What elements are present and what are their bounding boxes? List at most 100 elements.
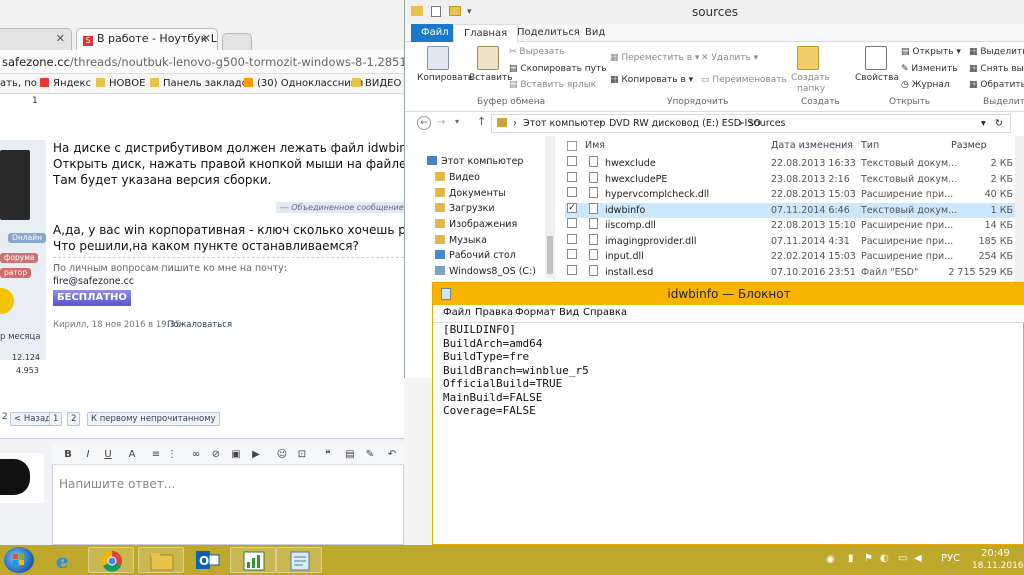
scrollbar-thumb[interactable] xyxy=(547,236,553,274)
reply-input[interactable]: Напишите ответ... xyxy=(59,477,175,491)
invert-selection-button[interactable]: ▦ Обратить в xyxy=(969,79,1024,91)
link-button[interactable]: ∞ xyxy=(190,449,202,461)
file-checkbox[interactable] xyxy=(567,187,577,197)
close-tab-icon[interactable]: ✕ xyxy=(56,29,65,49)
nav-downloads[interactable]: Загрузки xyxy=(435,203,495,214)
recent-dropdown-icon[interactable]: ▾ xyxy=(455,117,459,126)
ie-icon[interactable]: e xyxy=(42,547,88,573)
image-button[interactable]: ▣ xyxy=(230,449,242,461)
underline-button[interactable]: U xyxy=(102,449,114,461)
clock-date[interactable]: 18.11.2016 xyxy=(972,561,1024,571)
explorer-icon[interactable] xyxy=(138,547,184,573)
chrome-icon[interactable] xyxy=(88,547,134,573)
select-all-checkbox[interactable] xyxy=(567,141,577,151)
list-button[interactable]: ⋮ xyxy=(166,449,178,461)
smilies-button[interactable]: ☺ xyxy=(276,449,288,461)
file-checkbox[interactable] xyxy=(567,249,577,259)
quote-button[interactable]: ❝ xyxy=(322,449,334,461)
file-row[interactable]: ✓ idwbinfo 07.11.2014 6:46 Текстовый докум.… xyxy=(565,202,1024,218)
breadcrumb-sources[interactable]: sources xyxy=(749,118,786,129)
column-size[interactable]: Размер xyxy=(951,140,987,151)
history-button[interactable]: ◷ Журнал xyxy=(901,79,950,91)
bold-button[interactable]: B xyxy=(62,449,74,461)
file-checkbox[interactable]: ✓ xyxy=(567,202,577,213)
cut-button[interactable]: ✂ Вырезать xyxy=(509,46,565,58)
file-row[interactable]: hwexcludePE 23.08.2013 2:16 Текстовый доку… xyxy=(565,171,1024,188)
refresh-icon[interactable]: ↻ xyxy=(995,118,1003,129)
file-checkbox[interactable] xyxy=(567,218,577,228)
move-to-button[interactable]: ▦ Переместить в ▾ xyxy=(610,52,699,64)
spoiler-button[interactable]: ▤ xyxy=(344,449,356,461)
outlook-icon[interactable]: O xyxy=(184,547,230,573)
notepad-icon[interactable] xyxy=(276,547,322,573)
tray-chevron-icon[interactable]: ◉ xyxy=(826,554,835,565)
align-button[interactable]: ≡ xyxy=(150,449,162,461)
up-icon[interactable]: ↑ xyxy=(477,115,486,128)
menu-format[interactable]: Формат xyxy=(515,307,556,318)
column-name[interactable]: Имя xyxy=(585,140,605,151)
file-row[interactable]: install.esd 07.10.2016 23:51 Файл "ESD" 2 7… xyxy=(565,264,1024,281)
address-bar[interactable]: safezone.cc/threads/noutbuk-lenovo-g500-… xyxy=(0,50,404,74)
select-none-button[interactable]: ▦ Снять выде xyxy=(969,63,1024,75)
bookmark-new[interactable]: НОВОЕ xyxy=(96,74,145,94)
browser-tab-1[interactable]: ✕ xyxy=(0,28,72,50)
nav-desktop[interactable]: Рабочий стол xyxy=(435,250,516,261)
free-banner[interactable]: БЕСПЛАТНО xyxy=(53,290,131,306)
file-row[interactable]: iiscomp.dll 22.08.2013 15:10 Расширение пр… xyxy=(565,218,1024,234)
edit-button[interactable]: ✎ Изменить xyxy=(901,63,958,75)
sync-icon[interactable]: ◐ xyxy=(880,553,889,564)
nav-this-pc[interactable]: Этот компьютер xyxy=(427,156,523,167)
breadcrumb-this-pc[interactable]: Этот компьютер xyxy=(523,118,605,129)
close-tab-icon[interactable]: ✕ xyxy=(202,29,211,49)
bookmark-panel[interactable]: Панель закладок xyxy=(150,74,254,94)
new-tab-button[interactable] xyxy=(222,33,252,50)
insert-button[interactable]: ⊡ xyxy=(296,449,308,461)
bookmark-ok[interactable]: (30) Одноклассники xyxy=(244,74,363,94)
unlink-button[interactable]: ⊘ xyxy=(210,449,222,461)
tab-file[interactable]: Файл xyxy=(411,24,459,42)
flag-icon[interactable]: ⚑ xyxy=(864,553,873,564)
copy-path-button[interactable]: ▤ Скопировать путь xyxy=(509,63,607,75)
network-icon[interactable]: ▮ xyxy=(848,553,854,564)
menu-edit[interactable]: Правка xyxy=(475,307,513,318)
column-type[interactable]: Тип xyxy=(861,140,879,151)
menu-help[interactable]: Справка xyxy=(583,307,627,318)
draft-button[interactable]: ✎ xyxy=(364,449,376,461)
volume-icon[interactable]: ◀ xyxy=(914,553,922,564)
bookmark-truncated[interactable]: ать, по xyxy=(0,74,37,94)
nav-music[interactable]: Музыка xyxy=(435,235,487,246)
select-all-button[interactable]: ▦ Выделить в xyxy=(969,46,1024,58)
nav-scrollbar[interactable] xyxy=(545,136,555,278)
file-row[interactable]: hwexclude 22.08.2013 16:33 Текстовый докум… xyxy=(565,156,1024,172)
media-button[interactable]: ▶ xyxy=(250,449,262,461)
nav-videos[interactable]: Видео xyxy=(435,172,480,183)
bookmark-yandex[interactable]: Яндекс xyxy=(40,74,91,94)
file-row[interactable]: imagingprovider.dll 07.11.2014 4:31 Расшир… xyxy=(565,233,1024,250)
font-color-button[interactable]: A xyxy=(126,449,138,461)
report-link[interactable]: Пожаловаться xyxy=(167,320,232,330)
file-row[interactable]: input.dll 22.02.2014 15:03 Расширение при.… xyxy=(565,249,1024,265)
paste-shortcut-button[interactable]: ▤ Вставить ярлык xyxy=(509,79,596,91)
language-indicator[interactable]: РУС xyxy=(941,553,960,564)
first-unread-button[interactable]: К первому непрочитанному xyxy=(87,412,220,426)
menu-file[interactable]: Файл xyxy=(443,307,471,318)
browser-tab-active[interactable]: S В работе - Ноутбук Lenc✕ xyxy=(76,28,218,50)
new-folder-quick-icon[interactable] xyxy=(449,6,461,16)
battery-icon[interactable]: ▭ xyxy=(898,553,907,564)
nav-drive-c[interactable]: Windows8_OS (C:) xyxy=(435,266,536,277)
file-row[interactable]: hypervcomplcheck.dll 22.08.2013 15:03 Расш… xyxy=(565,187,1024,203)
start-button-icon[interactable] xyxy=(4,547,34,573)
chevron-down-icon[interactable]: ▾ xyxy=(467,0,472,24)
file-checkbox[interactable] xyxy=(567,233,577,244)
nav-documents[interactable]: Документы xyxy=(435,188,506,199)
italic-button[interactable]: I xyxy=(82,449,94,461)
pagination-page-1[interactable]: 1 xyxy=(49,412,63,426)
column-date[interactable]: Дата изменения xyxy=(771,140,853,151)
notepad-text-area[interactable]: [BUILDINFO] BuildArch=amd64 BuildType=fr… xyxy=(443,323,589,418)
delete-button[interactable]: ✕ Удалить ▾ xyxy=(701,52,758,64)
pagination-page-2[interactable]: 2 xyxy=(67,412,81,426)
file-checkbox[interactable] xyxy=(567,171,577,182)
copy-button[interactable]: Копировать xyxy=(417,72,473,84)
undo-button[interactable]: ↶ xyxy=(386,449,398,461)
task-manager-icon[interactable] xyxy=(230,547,276,573)
